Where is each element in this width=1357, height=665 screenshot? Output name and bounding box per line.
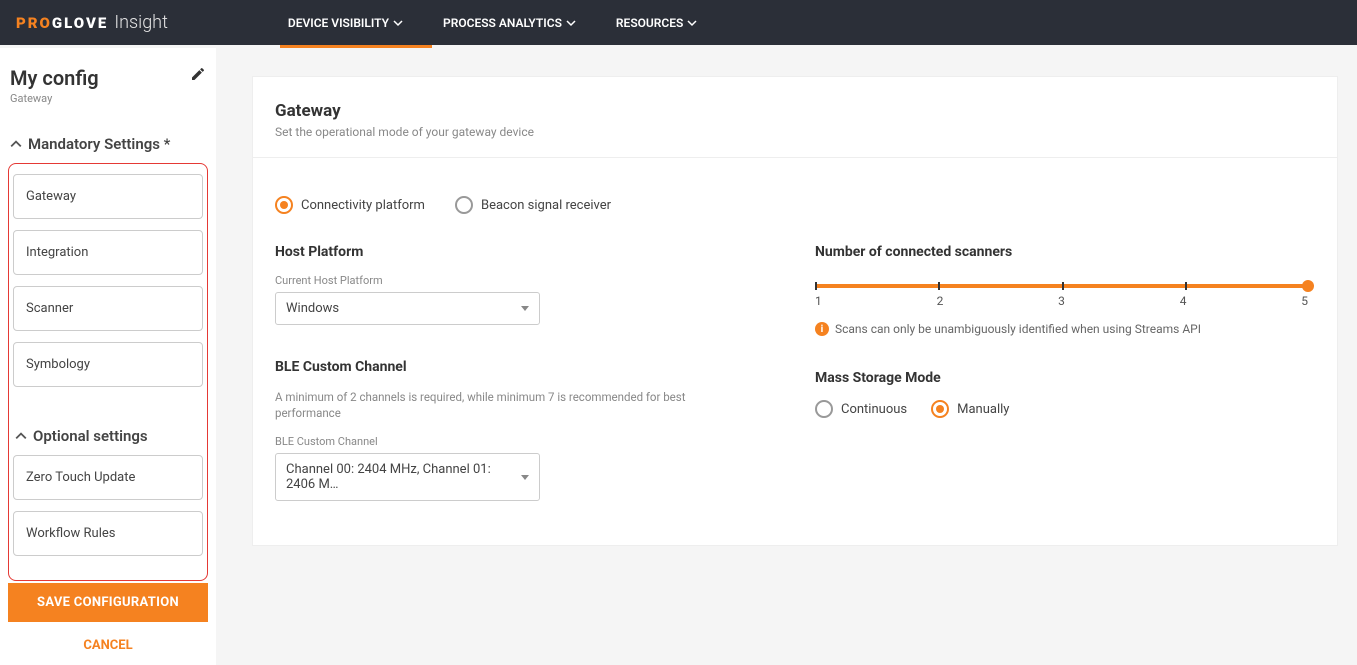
- sidebar-item-scanner[interactable]: Scanner: [13, 286, 203, 331]
- tick-label: 2: [937, 294, 944, 308]
- radio-manually[interactable]: Manually: [931, 400, 1009, 418]
- dropdown-icon: [521, 475, 529, 480]
- host-field-label: Current Host Platform: [275, 274, 695, 287]
- sidebar-item-integration[interactable]: Integration: [13, 230, 203, 275]
- nav-label: RESOURCES: [616, 16, 683, 30]
- select-value: Channel 00: 2404 MHz, Channel 01: 2406 M…: [286, 462, 521, 492]
- optional-section-header[interactable]: Optional settings: [13, 427, 203, 445]
- section-label: Optional settings: [33, 427, 148, 445]
- config-title: My config: [10, 66, 99, 90]
- chevron-down-icon: [687, 18, 697, 28]
- radio-label: Beacon signal receiver: [481, 198, 611, 213]
- section-label: Mandatory Settings *: [28, 135, 170, 153]
- radio-bullet-icon: [815, 400, 833, 418]
- config-subtitle: Gateway: [10, 92, 99, 105]
- radio-label: Connectivity platform: [301, 198, 425, 213]
- save-button[interactable]: SAVE CONFIGURATION: [8, 583, 208, 622]
- info-text: Scans can only be unambiguously identifi…: [835, 322, 1201, 336]
- host-platform-select[interactable]: Windows: [275, 292, 540, 325]
- slider-labels: 1 2 3 4 5: [815, 294, 1308, 308]
- select-value: Windows: [286, 301, 339, 316]
- ble-channel-select[interactable]: Channel 00: 2404 MHz, Channel 01: 2406 M…: [275, 453, 540, 501]
- host-heading: Host Platform: [275, 244, 695, 260]
- pencil-icon: [190, 66, 206, 82]
- chevron-up-icon: [10, 138, 22, 150]
- brand-glove: GLOVE: [52, 14, 108, 32]
- radio-bullet-icon: [275, 196, 293, 214]
- nav-resources[interactable]: RESOURCES: [616, 16, 697, 30]
- chevron-down-icon: [566, 18, 576, 28]
- page-subtitle: Set the operational mode of your gateway…: [275, 125, 1315, 139]
- settings-highlight-box: Gateway Integration Scanner Symbology Op…: [8, 163, 208, 581]
- brand-pro: PRO: [16, 14, 52, 32]
- radio-bullet-icon: [931, 400, 949, 418]
- tick-label: 5: [1301, 294, 1308, 308]
- radio-continuous[interactable]: Continuous: [815, 400, 907, 418]
- mandatory-section-header[interactable]: Mandatory Settings *: [8, 135, 208, 153]
- radio-label: Continuous: [841, 402, 907, 417]
- scanners-heading: Number of connected scanners: [815, 244, 1315, 260]
- edit-config-button[interactable]: [190, 66, 206, 86]
- tick-label: 4: [1180, 294, 1187, 308]
- dropdown-icon: [521, 306, 529, 311]
- chevron-up-icon: [15, 430, 27, 442]
- scanners-info: i Scans can only be unambiguously identi…: [815, 322, 1315, 336]
- cancel-button[interactable]: CANCEL: [8, 622, 208, 653]
- tick-label: 3: [1058, 294, 1065, 308]
- slider-thumb[interactable]: [1302, 280, 1314, 292]
- nav-items: DEVICE VISIBILITY PROCESS ANALYTICS RESO…: [288, 16, 697, 30]
- ble-subtext: A minimum of 2 channels is required, whi…: [275, 389, 695, 421]
- sidebar: My config Gateway Mandatory Settings * G…: [0, 48, 216, 665]
- sidebar-item-symbology[interactable]: Symbology: [13, 342, 203, 387]
- sidebar-item-workflow-rules[interactable]: Workflow Rules: [13, 511, 203, 556]
- top-nav: PROGLOVE Insight DEVICE VISIBILITY PROCE…: [0, 0, 1357, 45]
- scanners-slider[interactable]: 1 2 3 4 5: [815, 284, 1308, 308]
- ble-field-label: BLE Custom Channel: [275, 435, 695, 448]
- mass-storage-heading: Mass Storage Mode: [815, 370, 1315, 386]
- chevron-down-icon: [393, 18, 403, 28]
- page-title: Gateway: [275, 101, 1315, 121]
- mass-storage-radio-group: Continuous Manually: [815, 400, 1315, 418]
- sidebar-item-zero-touch[interactable]: Zero Touch Update: [13, 455, 203, 500]
- brand-product: Insight: [114, 12, 168, 33]
- nav-label: PROCESS ANALYTICS: [443, 16, 562, 30]
- radio-bullet-icon: [455, 196, 473, 214]
- info-icon: i: [815, 322, 829, 336]
- nav-process-analytics[interactable]: PROCESS ANALYTICS: [443, 16, 576, 30]
- radio-label: Manually: [957, 402, 1009, 417]
- ble-heading: BLE Custom Channel: [275, 359, 695, 375]
- brand-logo: PROGLOVE Insight: [16, 12, 168, 33]
- radio-beacon[interactable]: Beacon signal receiver: [455, 196, 611, 214]
- main-pane: Gateway Set the operational mode of your…: [216, 48, 1357, 665]
- nav-label: DEVICE VISIBILITY: [288, 16, 389, 30]
- tick-label: 1: [815, 294, 822, 308]
- nav-device-visibility[interactable]: DEVICE VISIBILITY: [288, 16, 403, 30]
- radio-connectivity[interactable]: Connectivity platform: [275, 196, 425, 214]
- gateway-card: Gateway Set the operational mode of your…: [252, 76, 1338, 546]
- sidebar-item-gateway[interactable]: Gateway: [13, 174, 203, 219]
- mode-radio-group: Connectivity platform Beacon signal rece…: [275, 196, 1315, 214]
